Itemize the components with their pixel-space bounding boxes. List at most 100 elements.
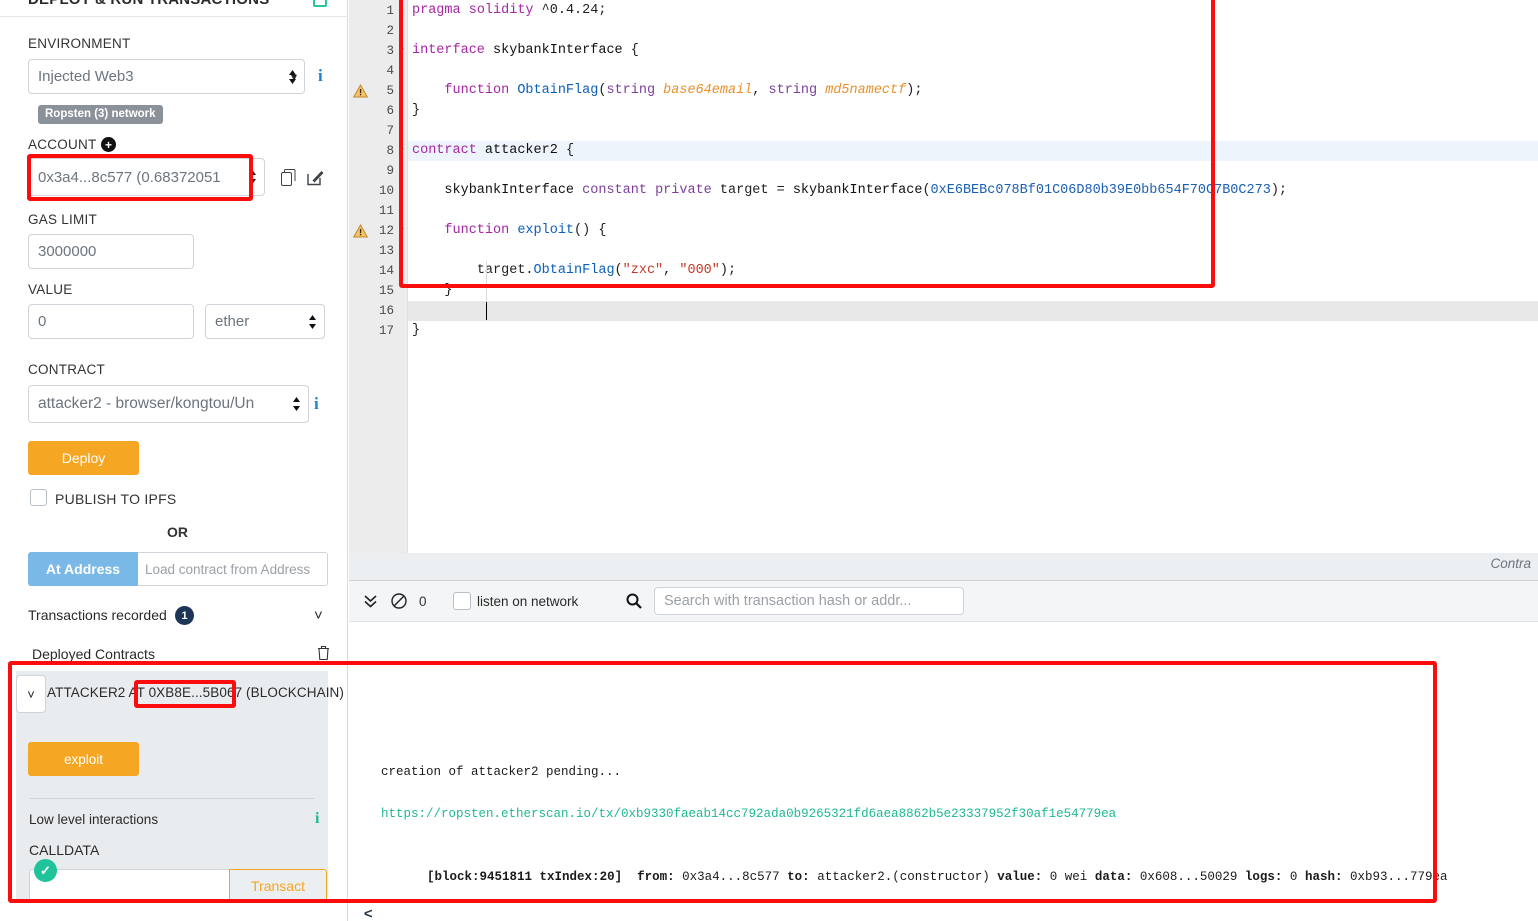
editor-code-line[interactable]: } (407, 321, 1538, 341)
value-unit-value: ether (215, 313, 250, 330)
deployed-contract-toggle[interactable]: ˅ (16, 675, 46, 713)
code-fold-icon[interactable]: ▾ (399, 221, 404, 241)
txindex-value: 20] (599, 870, 623, 884)
from-value: 0x3a4...8c577 (682, 870, 780, 884)
data-value: 0x608...50029 (1139, 870, 1238, 884)
at-address-button[interactable]: At Address (28, 552, 138, 586)
environment-label: ENVIRONMENT (28, 36, 131, 51)
editor-code-line[interactable] (407, 61, 1538, 81)
network-badge: Ropsten (3) network (38, 105, 163, 124)
page-title: DEPLOY & RUN TRANSACTIONS (28, 0, 269, 8)
chevron-right-icon[interactable]: ˅ (359, 909, 376, 918)
editor-line-number: 9 (386, 164, 394, 178)
editor-code-line[interactable]: contract attacker2 { (407, 141, 1538, 161)
exploit-button[interactable]: exploit (28, 742, 139, 776)
value-input[interactable]: 0 (28, 304, 194, 339)
editor-code-line[interactable] (407, 21, 1538, 41)
editor-line-number: 11 (378, 204, 394, 218)
listen-on-network-label: listen on network (477, 594, 579, 609)
editor-line-number: 10 (378, 184, 394, 198)
to-label: to: (787, 870, 810, 884)
editor-line-number: 1 (386, 4, 394, 18)
editor-code-line[interactable]: target.ObtainFlag("zxc", "000"); (407, 261, 1538, 281)
copy-icon[interactable] (281, 169, 297, 190)
contract-info-icon[interactable]: i (314, 394, 319, 414)
transactions-recorded-count: 1 (175, 606, 194, 625)
transaction-link[interactable]: https://ropsten.etherscan.io/tx/0xb9330f… (381, 807, 1116, 821)
code-fold-icon[interactable]: ▾ (399, 41, 404, 61)
transact-button[interactable]: Transact (229, 869, 327, 903)
value-label: value: (997, 870, 1043, 884)
panel-plugin-icon (313, 0, 327, 7)
editor-code-line[interactable]: pragma solidity ^0.4.24; (407, 1, 1538, 21)
edit-icon[interactable] (307, 169, 324, 190)
editor-code-line[interactable]: function ObtainFlag(string base64email, … (407, 81, 1538, 101)
editor-code-line[interactable] (407, 201, 1538, 221)
trash-icon[interactable] (316, 645, 331, 665)
value-amount: 0 (38, 313, 47, 330)
select-arrows-icon (309, 314, 316, 329)
calldata-input[interactable] (29, 869, 229, 903)
code-fold-icon[interactable]: ▾ (399, 141, 404, 161)
contract-label: CONTRACT (28, 362, 105, 377)
editor-code-line[interactable]: function exploit() { (407, 221, 1538, 241)
plus-circle-icon[interactable]: + (101, 137, 116, 152)
block-label: [block: (427, 870, 480, 884)
remix-ide-window: DEPLOY & RUN TRANSACTIONS ENVIRONMENT In… (0, 0, 1538, 921)
select-arrows-icon (289, 69, 296, 84)
environment-info-icon[interactable]: i (318, 66, 323, 86)
editor-status-bar (349, 553, 1538, 581)
block-icon[interactable] (391, 593, 407, 612)
card-divider (30, 798, 314, 799)
contract-value: attacker2 - browser/kongtou/Un (38, 395, 255, 412)
or-separator: OR (167, 524, 188, 540)
hash-label: hash: (1304, 870, 1343, 884)
at-address-input[interactable]: Load contract from Address (138, 552, 328, 586)
from-label: from: (637, 870, 675, 884)
collapse-all-icon[interactable] (363, 593, 378, 612)
terminal-pending-text: creation of attacker2 pending... (381, 765, 622, 779)
editor-line-number: 8 (386, 144, 394, 158)
text-caret (486, 302, 487, 320)
gas-limit-label: GAS LIMIT (28, 212, 98, 227)
editor-line-number: 15 (378, 284, 394, 298)
code-editor[interactable]: 1 pragma solidity ^0.4.24; 2 3 ▾ interface sk… (349, 0, 1538, 553)
editor-code-line[interactable]: } (407, 281, 1538, 301)
account-select[interactable]: 0x3a4...8c577 (0.68372051 (28, 158, 265, 196)
panel-divider (0, 16, 347, 17)
chevron-down-icon[interactable]: ˅ (314, 607, 323, 624)
environment-value: Injected Web3 (38, 68, 134, 85)
at-address-placeholder: Load contract from Address (145, 561, 311, 577)
transaction-receipt-row[interactable]: [block:9451811 txIndex:20] from: 0x3a4..… (427, 870, 1448, 884)
editor-code-line[interactable] (407, 161, 1538, 181)
editor-code-line[interactable] (407, 241, 1538, 261)
editor-code-line[interactable] (407, 301, 1538, 321)
low-level-info-icon[interactable]: i (315, 810, 319, 828)
editor-code-line[interactable] (407, 121, 1538, 141)
environment-select[interactable]: Injected Web3 ▾ (28, 59, 305, 94)
editor-line-number: 5 (386, 84, 394, 98)
terminal-search-input[interactable]: Search with transaction hash or addr... (654, 587, 964, 615)
editor-line-number: 12 (378, 224, 394, 238)
editor-line-number: 3 (386, 44, 394, 58)
listen-on-network-checkbox[interactable] (453, 592, 471, 610)
deployed-contract-card (16, 671, 328, 901)
publish-ipfs-label: PUBLISH TO IPFS (55, 491, 177, 507)
publish-ipfs-checkbox[interactable] (30, 489, 47, 506)
search-icon[interactable] (626, 593, 642, 612)
deployed-contract-title[interactable]: ATTACKER2 AT 0XB8E...5B067 (BLOCKCHAIN) (47, 685, 344, 700)
logs-label: logs: (1244, 870, 1283, 884)
editor-line-number: 6 (386, 104, 394, 118)
editor-code-line[interactable]: } (407, 101, 1538, 121)
editor-code-line[interactable]: skybankInterface constant private target… (407, 181, 1538, 201)
editor-status-text: Contra (1490, 556, 1531, 571)
value-unit-select[interactable]: ether (205, 304, 325, 339)
gas-limit-input[interactable]: 3000000 (28, 234, 194, 269)
indent-guide (486, 261, 487, 301)
editor-code-line[interactable]: interface skybankInterface { (407, 41, 1538, 61)
editor-line-number: 17 (378, 324, 394, 338)
select-arrows-icon (249, 170, 256, 184)
editor-line-number: 7 (386, 124, 394, 138)
contract-select[interactable]: attacker2 - browser/kongtou/Un (28, 385, 309, 423)
deploy-button[interactable]: Deploy (28, 441, 139, 475)
